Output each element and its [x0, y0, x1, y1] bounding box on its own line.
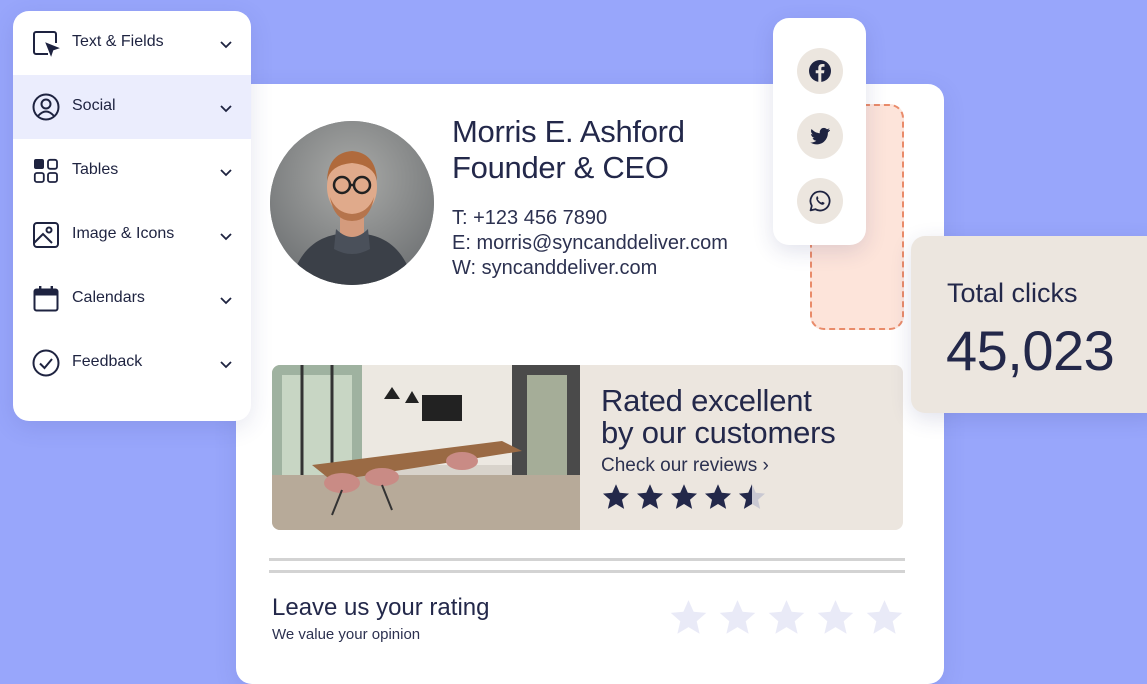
signature-role: Founder & CEO — [452, 150, 669, 185]
total-clicks-value: 45,023 — [946, 319, 1115, 382]
facebook-button[interactable] — [797, 48, 843, 94]
divider — [269, 558, 905, 561]
divider — [269, 570, 905, 573]
chevron-down-icon — [220, 233, 232, 241]
review-banner: Rated excellent by our customers Check o… — [272, 365, 903, 530]
menu-item-label: Image & Icons — [72, 225, 175, 242]
rating-star-2[interactable] — [717, 597, 758, 638]
rating-input-stars[interactable] — [668, 597, 905, 638]
chevron-down-icon — [220, 105, 232, 113]
chevron-down-icon — [220, 297, 232, 305]
cursor-select-icon — [33, 31, 60, 57]
menu-item-text-fields[interactable]: Text & Fields — [13, 11, 251, 75]
star-icon — [739, 484, 765, 509]
banner-title-line1: Rated excellent — [601, 383, 812, 418]
menu-item-label: Tables — [72, 161, 119, 178]
office-photo — [272, 365, 580, 530]
user-circle-icon — [32, 93, 60, 121]
average-rating-stars — [601, 482, 767, 512]
grid-icon — [33, 158, 58, 183]
whatsapp-button[interactable] — [797, 178, 843, 224]
rating-star-1[interactable] — [668, 597, 709, 638]
image-icon — [33, 222, 59, 248]
rating-prompt-subtitle: We value your opinion — [272, 626, 421, 643]
banner-title-line2: by our customers — [601, 415, 836, 450]
signature-email: E: morris@syncanddeliver.com — [452, 232, 728, 254]
twitter-icon — [810, 127, 830, 145]
profile-photo — [270, 121, 434, 285]
menu-item-label: Feedback — [72, 353, 143, 370]
component-menu: Text & Fields Social Tables Image & Icon… — [13, 11, 251, 421]
total-clicks-card: Total clicks 45,023 — [911, 236, 1147, 413]
rating-star-3[interactable] — [766, 597, 807, 638]
chevron-down-icon — [220, 41, 232, 49]
rating-star-4[interactable] — [815, 597, 856, 638]
signature-phone: T: +123 456 7890 — [452, 207, 608, 229]
rating-prompt-title: Leave us your rating — [272, 594, 490, 621]
star-icon — [603, 484, 629, 509]
star-icon — [705, 484, 731, 509]
menu-item-image-icons[interactable]: Image & Icons — [13, 203, 251, 267]
check-circle-icon — [32, 349, 60, 377]
menu-item-tables[interactable]: Tables — [13, 139, 251, 203]
social-icons-panel — [773, 18, 866, 245]
total-clicks-label: Total clicks — [947, 278, 1078, 308]
rating-star-5[interactable] — [864, 597, 905, 638]
menu-item-label: Text & Fields — [72, 33, 164, 50]
signature-name: Morris E. Ashford — [452, 114, 685, 149]
star-icon — [671, 484, 697, 509]
chevron-down-icon — [220, 361, 232, 369]
twitter-button[interactable] — [797, 113, 843, 159]
menu-item-label: Social — [72, 97, 116, 114]
calendar-icon — [33, 286, 59, 312]
menu-item-calendars[interactable]: Calendars — [13, 267, 251, 331]
whatsapp-icon — [809, 190, 831, 212]
menu-item-label: Calendars — [72, 289, 145, 306]
signature-website: W: syncanddeliver.com — [452, 257, 658, 279]
menu-item-feedback[interactable]: Feedback — [13, 331, 251, 395]
check-reviews-link[interactable]: Check our reviews › — [601, 455, 769, 477]
star-icon — [637, 484, 663, 509]
facebook-icon — [809, 60, 831, 82]
chevron-down-icon — [220, 169, 232, 177]
menu-item-social[interactable]: Social — [13, 75, 251, 139]
